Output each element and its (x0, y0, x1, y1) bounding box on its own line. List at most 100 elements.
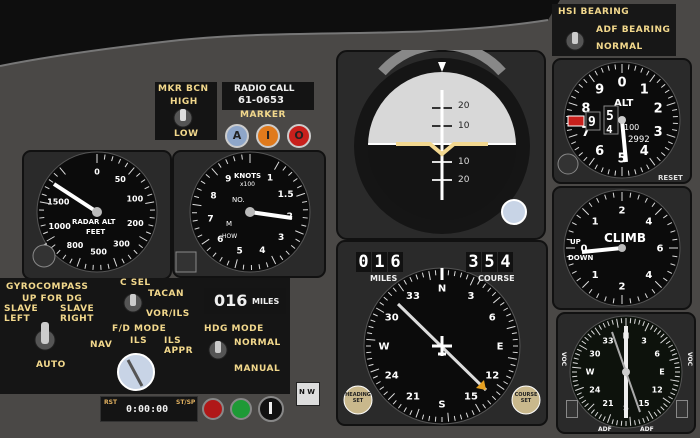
radio-call-value: 61-0653 (238, 95, 284, 106)
marker-light-middle[interactable]: I (256, 124, 280, 148)
radar-alt-dial-label: 0 (94, 168, 100, 177)
adf-bearing-label: ADF BEARING (596, 25, 671, 35)
hsi-card-dial-label: S (438, 399, 445, 410)
hsi-card-dial-label: E (497, 341, 504, 352)
adf-card-dial-label: 3 (641, 336, 647, 345)
voc-right-label: VOC (686, 352, 693, 367)
altimeter-dial-label: 2 (654, 102, 663, 117)
vor-ils-label: VOR/ILS (146, 309, 190, 319)
fd-mode-label: F/D MODE (112, 324, 167, 334)
hsi-card-dial-label: 15 (464, 392, 478, 403)
gyrocompass-label: GYROCOMPASS (6, 282, 89, 292)
hdg-normal-label: NORMAL (234, 338, 281, 348)
vsi-climb-label: CLIMB (604, 231, 646, 245)
airspeed-indicator: 11.523456789 KNOTS x100 NO. M HOW (172, 150, 326, 278)
course-set-label: COURSE SET (514, 392, 538, 404)
adf-card-dial-label: 33 (602, 336, 613, 345)
vsi-dial-label: 2 (619, 205, 626, 216)
marker-label: MARKER (240, 110, 286, 120)
radar-alt-dial-label: 200 (127, 219, 144, 228)
dme-unit: MILES (252, 297, 280, 306)
heading-set-label: HEADING SET (345, 392, 371, 404)
green-status-button[interactable] (230, 398, 252, 420)
altimeter-dial-label: 3 (654, 125, 663, 140)
altimeter-setting-knob[interactable] (557, 153, 579, 175)
vsi-up-label: UP (570, 238, 581, 246)
hsi-card-dial-label: 33 (406, 291, 420, 302)
vsi-dial-label: 6 (657, 243, 664, 254)
altimeter-tick (627, 170, 630, 176)
course-select-switch[interactable] (122, 290, 144, 314)
radar-alt-dial-label: 50 (115, 175, 127, 184)
gyrocompass-switch[interactable] (32, 318, 58, 356)
red-warning-button[interactable] (202, 398, 224, 420)
pitch-label-20-up: 20 (458, 101, 470, 111)
hsi-card-dial-label: 30 (385, 312, 399, 323)
radio-call-label: RADIO CALL (234, 84, 295, 94)
radar-alt-dial-label: 1500 (47, 198, 70, 207)
clock-time: 0:00:00 (126, 404, 169, 415)
airspeed-m-label: M (226, 220, 232, 228)
caution-button[interactable] (258, 396, 284, 422)
hsi-miles-label: MILES (370, 274, 398, 283)
miles-digit-1: 0 (356, 252, 371, 272)
airspeed-index-knob[interactable] (175, 251, 197, 273)
ils-label: ILS (130, 336, 148, 346)
altimeter: 0 123456789 ALT 9 5 4 100 2992 RESET (552, 58, 692, 184)
hsi-card-dial-label: 3 (468, 291, 475, 302)
radar-alt-tick (103, 154, 106, 160)
marker-light-inner[interactable]: O (287, 124, 311, 148)
slave-right-label: SLAVE RIGHT (60, 304, 95, 324)
hsi-card-dial-label: 6 (489, 312, 496, 323)
clock-start-stop-label[interactable]: ST/SP (176, 399, 195, 406)
adf-left-selector[interactable] (566, 400, 578, 418)
altimeter-dial-label: 0 (617, 75, 626, 90)
fd-mode-knob[interactable] (108, 350, 164, 394)
radar-alt-label: RADAR ALT (72, 218, 116, 226)
altimeter-dial-label: 9 (595, 83, 604, 98)
adf-right-label: ADF (640, 426, 654, 433)
voc-left-label: VOC (560, 352, 567, 367)
kollsman-window: 2992 (628, 135, 650, 145)
hsi-card-dial-label: 21 (406, 392, 420, 403)
radar-alt-dial-label: 500 (90, 248, 107, 257)
hsi-card-dial-label: N (438, 283, 446, 294)
marker-light-outer[interactable]: A (225, 124, 249, 148)
marker-sensitivity-switch[interactable] (171, 106, 195, 130)
radar-alt-test-knob[interactable] (32, 244, 56, 268)
attitude-indicator: 20 10 10 20 (336, 50, 546, 240)
radar-alt-dial-label: 1000 (49, 222, 72, 231)
adf-card-dial-label: 24 (589, 386, 601, 395)
adf-card-dial-label: 15 (638, 399, 650, 408)
hsi-card-dial-label: 24 (385, 370, 399, 381)
adf-card-dial-label: 12 (652, 386, 663, 395)
attitude-adjust-knob[interactable] (501, 199, 527, 225)
vertical-speed-indicator: 01246421 CLIMB UP DOWN (552, 186, 692, 310)
radar-altimeter: 0 50 100 200 300 500 800 1000 1500 RADAR ALT FEE… (22, 150, 172, 280)
adf-left-label: ADF (598, 426, 612, 433)
course-digit-1: 3 (466, 252, 481, 272)
altimeter-drum-thousands: 9 (588, 115, 596, 130)
dme-value: 016 (214, 291, 248, 310)
hdg-mode-switch[interactable] (206, 338, 230, 362)
clock-rst-label[interactable]: RST (104, 399, 117, 406)
altimeter-tick (627, 64, 630, 70)
hsi-course-label: COURSE (478, 274, 515, 283)
hsi-card-dial-label: W (378, 341, 389, 352)
auto-label: AUTO (36, 360, 66, 370)
adf-card-dial-label: 6 (654, 350, 660, 359)
radar-alt-dial-label: 800 (67, 241, 84, 250)
pitch-label-10-down: 10 (458, 157, 470, 167)
altimeter-dial-label: 4 (640, 144, 649, 159)
adf-card-dial-label: E (659, 368, 664, 377)
instrument-panel: HSI BEARING ADF BEARING NORMAL MKR BCN H… (0, 0, 700, 438)
airspeed-knots-label: KNOTS (234, 172, 261, 180)
hdg-manual-label: MANUAL (234, 364, 281, 374)
vsi-down-label: DOWN (568, 254, 593, 262)
altimeter-dial-label: 1 (640, 83, 649, 98)
adf-right-selector[interactable] (676, 400, 688, 418)
altimeter-reset-label[interactable]: RESET (658, 174, 683, 182)
airspeed-dial-label: 5 (237, 247, 243, 257)
bearing-toggle-switch[interactable] (564, 28, 586, 54)
nw-indicator[interactable]: N W (296, 382, 320, 406)
